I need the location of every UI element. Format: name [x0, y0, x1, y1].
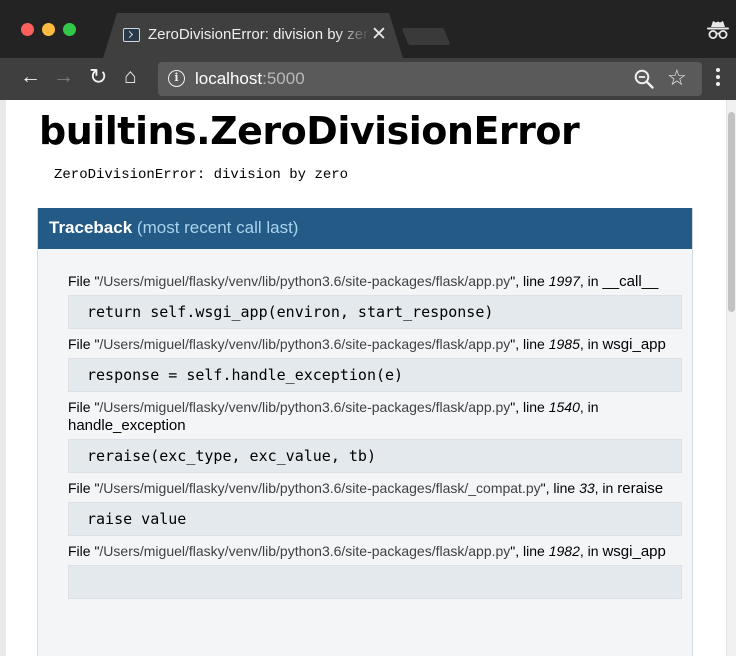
- frame-code[interactable]: response = self.handle_exception(e): [68, 358, 682, 392]
- frame-code[interactable]: return self.wsgi_app(environ, start_resp…: [68, 295, 682, 329]
- frame-line-number: 1985: [548, 336, 580, 352]
- page-scrollbar[interactable]: [726, 100, 736, 656]
- maximize-window-button[interactable]: [63, 23, 76, 36]
- frame-function: reraise: [617, 480, 664, 497]
- frame-path: /Users/miguel/flasky/venv/lib/python3.6/…: [99, 480, 541, 496]
- info-icon[interactable]: i: [168, 70, 185, 87]
- frame-path: /Users/miguel/flasky/venv/lib/python3.6/…: [99, 543, 511, 559]
- frame-path: /Users/miguel/flasky/venv/lib/python3.6/…: [99, 273, 511, 289]
- new-tab-button[interactable]: [401, 28, 451, 45]
- frame-code[interactable]: [68, 565, 682, 599]
- traceback-panel: Traceback (most recent call last) File "…: [37, 208, 693, 656]
- traceback-frame: File "/Users/miguel/flasky/venv/lib/pyth…: [68, 479, 682, 536]
- home-button[interactable]: ⌂: [124, 66, 137, 87]
- frame-function: __call__: [602, 273, 659, 290]
- frame-location: File "/Users/miguel/flasky/venv/lib/pyth…: [68, 399, 599, 434]
- kebab-menu-icon[interactable]: [715, 68, 721, 90]
- traceback-hint: (most recent call last): [136, 218, 299, 237]
- frame-function: wsgi_app: [602, 336, 666, 353]
- tab-close-icon[interactable]: ✕: [371, 23, 387, 46]
- traceback-frames: File "/Users/miguel/flasky/venv/lib/pyth…: [68, 272, 682, 605]
- traceback-frame: File "/Users/miguel/flasky/venv/lib/pyth…: [68, 542, 682, 599]
- error-message: ZeroDivisionError: division by zero: [54, 167, 349, 183]
- frame-line-number: 1982: [548, 543, 580, 559]
- scrollbar-thumb[interactable]: [728, 112, 735, 312]
- traceback-frame: File "/Users/miguel/flasky/venv/lib/pyth…: [68, 398, 682, 473]
- tab-strip: ZeroDivisionError: division by zero ✕: [0, 0, 736, 58]
- frame-path: /Users/miguel/flasky/venv/lib/python3.6/…: [99, 336, 511, 352]
- zoom-out-icon[interactable]: [633, 68, 655, 90]
- browser-tab-active[interactable]: ZeroDivisionError: division by zero ✕: [103, 13, 403, 58]
- traceback-label: Traceback: [49, 218, 133, 237]
- frame-line-number: 1997: [548, 273, 580, 289]
- browser-toolbar: ← → ↻ ⌂ i localhost:5000 ☆: [0, 58, 736, 100]
- frame-location: File "/Users/miguel/flasky/venv/lib/pyth…: [68, 480, 664, 497]
- close-window-button[interactable]: [21, 23, 34, 36]
- traceback-header: Traceback (most recent call last): [38, 208, 692, 249]
- frame-location: File "/Users/miguel/flasky/venv/lib/pyth…: [68, 336, 666, 353]
- minimize-window-button[interactable]: [42, 23, 55, 36]
- frame-code[interactable]: raise value: [68, 502, 682, 536]
- url-port: :5000: [262, 69, 305, 88]
- frame-path: /Users/miguel/flasky/venv/lib/python3.6/…: [99, 399, 511, 415]
- url-host: localhost: [195, 69, 263, 88]
- reload-button[interactable]: ↻: [89, 66, 107, 88]
- traceback-frame: File "/Users/miguel/flasky/venv/lib/pyth…: [68, 335, 682, 392]
- address-bar[interactable]: i localhost:5000 ☆: [158, 62, 702, 96]
- traceback-frame: File "/Users/miguel/flasky/venv/lib/pyth…: [68, 272, 682, 329]
- terminal-icon: [123, 28, 140, 42]
- frame-code[interactable]: reraise(exc_type, exc_value, tb): [68, 439, 682, 473]
- back-button[interactable]: ←: [20, 66, 41, 87]
- frame-line-number: 1540: [548, 399, 580, 415]
- url-text[interactable]: localhost:5000: [195, 69, 305, 89]
- page-title: builtins.ZeroDivisionError: [39, 109, 580, 153]
- forward-button[interactable]: →: [53, 66, 74, 87]
- frame-function: handle_exception: [68, 417, 186, 434]
- frame-location: File "/Users/miguel/flasky/venv/lib/pyth…: [68, 273, 659, 290]
- tab-title: ZeroDivisionError: division by zero: [148, 26, 370, 43]
- frame-location: File "/Users/miguel/flasky/venv/lib/pyth…: [68, 543, 666, 560]
- page-viewport: builtins.ZeroDivisionError ZeroDivisionE…: [6, 100, 726, 656]
- incognito-icon: [707, 21, 729, 39]
- frame-function: wsgi_app: [602, 543, 666, 560]
- bookmark-star-icon[interactable]: ☆: [667, 65, 687, 91]
- frame-line-number: 33: [579, 480, 595, 496]
